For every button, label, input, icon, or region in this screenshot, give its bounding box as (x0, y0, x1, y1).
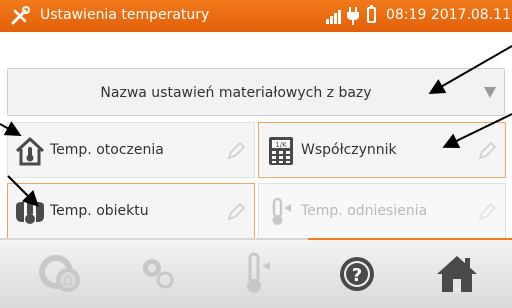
help-icon[interactable]: ? (327, 248, 387, 300)
house-thermometer-icon (15, 137, 45, 166)
tile-object-temperature[interactable]: Temp. obiektu (7, 183, 255, 239)
tile-reference-temperature[interactable]: Temp. odniesienia (258, 183, 506, 239)
pencil-icon (227, 202, 246, 221)
pencil-icon (227, 141, 246, 160)
tile-label: Temp. otoczenia (50, 142, 164, 158)
battery-icon (367, 5, 376, 23)
tile-label: Temp. obiektu (50, 203, 149, 219)
object-thermometer-icon (16, 199, 44, 224)
tile-label: Temp. odniesienia (301, 203, 428, 219)
svg-text:?: ? (352, 265, 362, 286)
reset-icon[interactable]: Ω (30, 248, 90, 300)
datetime: 08:19 2017.08.11 (386, 7, 511, 23)
dropdown-label: Nazwa ustawień materiałowych z bazy (100, 85, 372, 101)
settings-icon[interactable] (128, 248, 188, 300)
tile-coefficient[interactable]: 1/K Współczynnik (258, 122, 506, 178)
material-settings-dropdown[interactable]: Nazwa ustawień materiałowych z bazy (7, 68, 505, 116)
window-title: Ustawienia temperatury (40, 7, 210, 23)
pencil-icon (478, 141, 497, 160)
header-area (0, 32, 512, 66)
thermometer-icon[interactable] (226, 248, 286, 300)
tools-icon (11, 6, 30, 25)
tile-ambient-temperature[interactable]: Temp. otoczenia (7, 122, 255, 178)
date: 2017.08.11 (430, 7, 511, 23)
status-bar: Ustawienia temperatury 08:19 2017.08.11 (0, 0, 512, 32)
home-icon[interactable] (427, 248, 487, 300)
thermometer-reference-icon (272, 197, 291, 225)
tile-label: Współczynnik (301, 142, 397, 158)
triangle-down-icon (484, 87, 496, 98)
svg-text:1/K: 1/K (275, 141, 287, 149)
signal-icon (326, 10, 341, 24)
pencil-icon (478, 202, 497, 221)
bottom-toolbar: Ω ? (0, 240, 512, 308)
time: 08:19 (386, 7, 427, 23)
svg-text:Ω: Ω (63, 274, 72, 288)
calculator-1k-icon: 1/K (269, 137, 293, 165)
plug-icon (347, 7, 359, 25)
